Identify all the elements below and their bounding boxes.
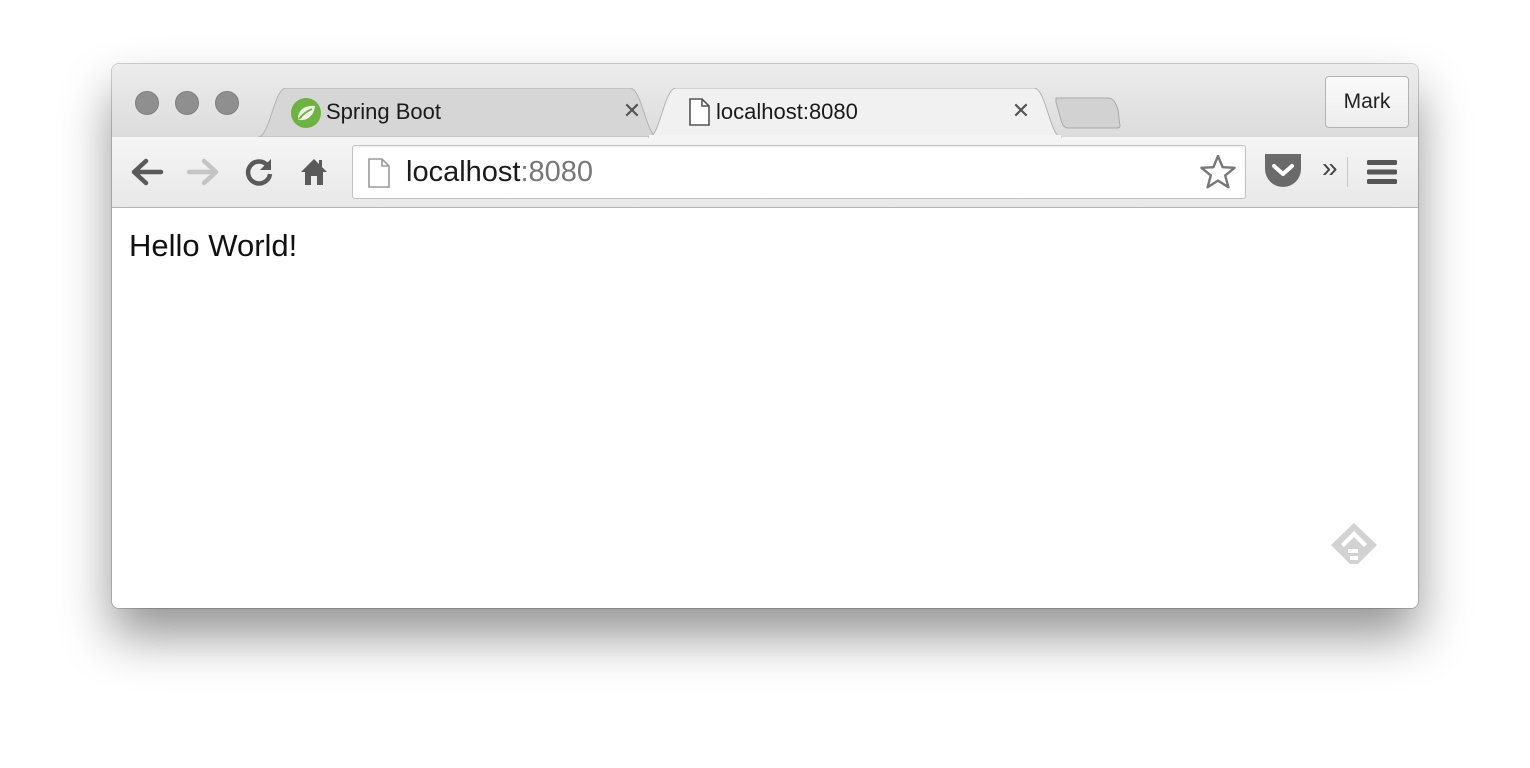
url-host: localhost [406, 156, 521, 188]
pocket-icon[interactable] [1262, 151, 1304, 196]
url-port: :8080 [520, 156, 594, 188]
profile-button[interactable]: Mark [1325, 76, 1409, 128]
feedly-icon[interactable] [1328, 521, 1380, 574]
new-tab-button[interactable] [1054, 96, 1122, 135]
tab-spring-boot[interactable]: Spring Boot ✕ [258, 88, 658, 137]
toolbar-divider [1347, 157, 1348, 187]
tab-close-icon[interactable]: ✕ [1009, 97, 1033, 125]
back-arrow-icon[interactable] [130, 157, 164, 192]
page-body-text: Hello World! [129, 228, 298, 263]
toolbar: localhost:8080 » [112, 137, 1418, 208]
page-info-icon[interactable] [367, 158, 391, 193]
forward-arrow-icon[interactable] [186, 157, 220, 192]
tab-close-icon[interactable]: ✕ [620, 97, 644, 125]
browser-window: Spring Boot ✕ localhost:8080 ✕ Mark loca… [112, 64, 1418, 608]
maximize-window-button[interactable] [215, 91, 239, 115]
tab-title: Spring Boot [326, 99, 441, 124]
hamburger-menu-icon[interactable] [1366, 159, 1398, 190]
address-bar[interactable]: localhost:8080 [352, 145, 1246, 199]
page-icon [688, 98, 710, 131]
bookmark-star-icon[interactable] [1199, 154, 1237, 195]
minimize-window-button[interactable] [175, 91, 199, 115]
reload-icon[interactable] [244, 157, 274, 192]
extensions-overflow-icon[interactable]: » [1322, 153, 1338, 183]
close-window-button[interactable] [135, 91, 159, 115]
title-bar: Spring Boot ✕ localhost:8080 ✕ Mark [112, 64, 1418, 138]
url-text[interactable]: localhost:8080 [406, 156, 593, 189]
page-content: Hello World! [112, 208, 1418, 608]
tab-localhost[interactable]: localhost:8080 ✕ [648, 88, 1062, 138]
spring-leaf-icon [290, 97, 322, 134]
home-icon[interactable] [300, 157, 328, 192]
tab-title: localhost:8080 [716, 99, 858, 124]
